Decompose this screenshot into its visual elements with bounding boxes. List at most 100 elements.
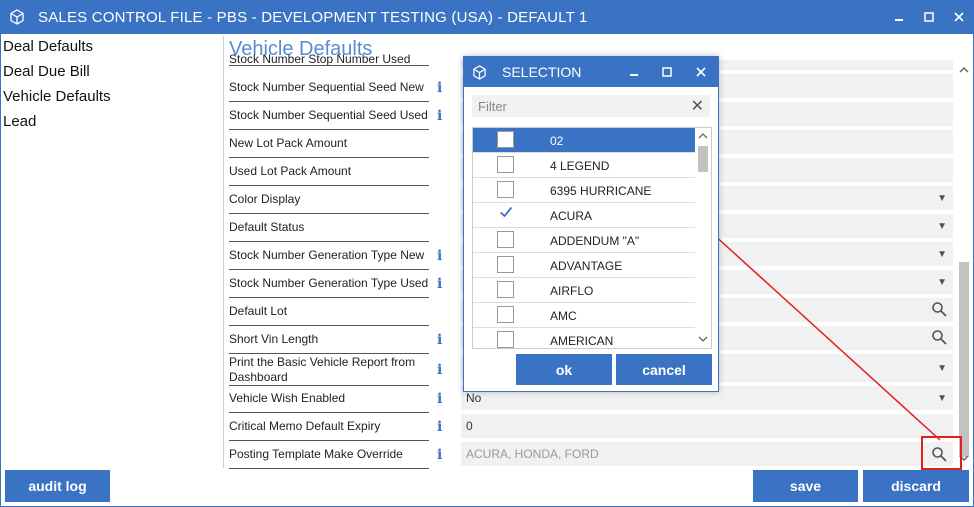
row-label: Stock Number Stop Number Used bbox=[229, 50, 429, 66]
chevron-down-icon[interactable]: ▼ bbox=[937, 193, 947, 204]
clear-filter-icon[interactable]: ✕ bbox=[691, 96, 704, 116]
row-label: Vehicle Wish Enabled bbox=[229, 391, 429, 413]
list-item[interactable]: AMERICAN bbox=[473, 328, 695, 348]
selection-dialog: SELECTION Filter ✕ 02 4 LEGEND 6395 HURR… bbox=[463, 56, 719, 392]
checkbox[interactable] bbox=[497, 156, 514, 173]
nav-item-lead[interactable]: Lead bbox=[3, 111, 223, 136]
checkbox[interactable] bbox=[497, 306, 514, 323]
row-label: Used Lot Pack Amount bbox=[229, 164, 429, 186]
checkbox[interactable] bbox=[497, 281, 514, 298]
maximize-icon[interactable] bbox=[914, 0, 944, 34]
chevron-down-icon[interactable]: ▼ bbox=[937, 221, 947, 232]
info-icon[interactable]: i bbox=[437, 391, 442, 407]
list-item[interactable]: ADVANTAGE bbox=[473, 253, 695, 278]
ok-button[interactable]: ok bbox=[516, 354, 612, 385]
checkbox[interactable] bbox=[497, 331, 514, 348]
list-item-label: AIRFLO bbox=[550, 284, 594, 298]
list-item-label: AMERICAN bbox=[550, 334, 614, 348]
nav-divider bbox=[223, 36, 224, 468]
close-icon[interactable] bbox=[944, 0, 974, 34]
list-item[interactable]: AMC bbox=[473, 303, 695, 328]
info-icon[interactable]: i bbox=[437, 419, 442, 435]
nav-item-vehicle-defaults[interactable]: Vehicle Defaults bbox=[3, 86, 223, 111]
maximize-icon[interactable] bbox=[652, 57, 682, 87]
search-icon[interactable] bbox=[931, 329, 947, 350]
list-item[interactable]: AIRFLO bbox=[473, 278, 695, 303]
cube-icon bbox=[464, 64, 494, 80]
close-icon[interactable] bbox=[686, 57, 716, 87]
dialog-title: SELECTION bbox=[502, 64, 582, 80]
checkbox[interactable] bbox=[497, 131, 514, 148]
scroll-down-icon[interactable] bbox=[958, 452, 970, 464]
nav-item-deal-due-bill[interactable]: Deal Due Bill bbox=[3, 61, 223, 86]
list-item-label: 4 LEGEND bbox=[550, 159, 610, 173]
row-label: Stock Number Generation Type New bbox=[229, 248, 429, 270]
make-override-field[interactable]: ACURA, HONDA, FORD bbox=[461, 442, 953, 466]
nav-item-deal-defaults[interactable]: Deal Defaults bbox=[3, 36, 223, 61]
list-item[interactable]: ACURA bbox=[473, 203, 695, 228]
window-title: SALES CONTROL FILE - PBS - DEVELOPMENT T… bbox=[38, 8, 588, 26]
row-label: Short Vin Length bbox=[229, 332, 429, 354]
list-item-label: ACURA bbox=[550, 209, 593, 223]
scroll-up-icon[interactable] bbox=[958, 64, 970, 76]
row-label: Color Display bbox=[229, 192, 429, 214]
minimize-icon[interactable] bbox=[884, 0, 914, 34]
row-label: Stock Number Sequential Seed New bbox=[229, 80, 429, 102]
checkmark-icon bbox=[499, 205, 513, 222]
row-label: New Lot Pack Amount bbox=[229, 136, 429, 158]
row-value: ACURA, HONDA, FORD bbox=[466, 447, 599, 461]
list-item[interactable]: 02 bbox=[473, 128, 695, 153]
memo-expiry-field[interactable]: 0 bbox=[461, 414, 953, 438]
minimize-icon[interactable] bbox=[619, 57, 649, 87]
list-item-label: ADDENDUM "A" bbox=[550, 234, 640, 248]
list-scrollbar[interactable] bbox=[695, 128, 711, 348]
checkbox[interactable] bbox=[497, 231, 514, 248]
row-label: Default Lot bbox=[229, 304, 429, 326]
left-nav: Deal Defaults Deal Due Bill Vehicle Defa… bbox=[3, 36, 223, 136]
window-titlebar: SALES CONTROL FILE - PBS - DEVELOPMENT T… bbox=[0, 0, 974, 34]
cancel-button[interactable]: cancel bbox=[616, 354, 712, 385]
scroll-down-icon[interactable] bbox=[695, 334, 711, 344]
row-label: Critical Memo Default Expiry bbox=[229, 419, 429, 441]
audit-log-button[interactable]: audit log bbox=[5, 470, 110, 502]
row-label: Print the Basic Vehicle Report from Dash… bbox=[229, 355, 429, 386]
list-item-label: 02 bbox=[550, 134, 564, 148]
scroll-up-icon[interactable] bbox=[695, 131, 711, 141]
dialog-titlebar: SELECTION bbox=[464, 57, 718, 87]
chevron-down-icon[interactable]: ▼ bbox=[937, 277, 947, 288]
chevron-down-icon[interactable]: ▼ bbox=[937, 249, 947, 260]
search-icon[interactable] bbox=[931, 301, 947, 322]
filter-input[interactable]: Filter ✕ bbox=[472, 95, 710, 117]
info-icon[interactable]: i bbox=[437, 108, 442, 124]
chevron-down-icon[interactable]: ▼ bbox=[937, 363, 947, 374]
search-icon[interactable] bbox=[931, 446, 947, 467]
list-item[interactable]: 4 LEGEND bbox=[473, 153, 695, 178]
list-item-label: 6395 HURRICANE bbox=[550, 184, 652, 198]
row-label: Default Status bbox=[229, 220, 429, 242]
row-value: No bbox=[466, 391, 482, 405]
info-icon[interactable]: i bbox=[437, 362, 442, 378]
cube-icon bbox=[0, 0, 34, 34]
row-label: Stock Number Generation Type Used bbox=[229, 276, 429, 298]
selection-list: 02 4 LEGEND 6395 HURRICANE ACURA ADDENDU… bbox=[472, 127, 712, 349]
checkbox[interactable] bbox=[497, 181, 514, 198]
list-item[interactable]: 6395 HURRICANE bbox=[473, 178, 695, 203]
list-item[interactable]: ADDENDUM "A" bbox=[473, 228, 695, 253]
form-scrollbar[interactable] bbox=[958, 62, 970, 464]
info-icon[interactable]: i bbox=[437, 447, 442, 463]
list-item-label: AMC bbox=[550, 309, 577, 323]
chevron-down-icon[interactable]: ▼ bbox=[937, 393, 947, 404]
info-icon[interactable]: i bbox=[437, 80, 442, 96]
info-icon[interactable]: i bbox=[437, 248, 442, 264]
row-label: Stock Number Sequential Seed Used bbox=[229, 108, 429, 130]
row-label: Posting Template Make Override bbox=[229, 447, 429, 469]
info-icon[interactable]: i bbox=[437, 276, 442, 292]
info-icon[interactable]: i bbox=[437, 332, 442, 348]
checkbox[interactable] bbox=[497, 256, 514, 273]
scrollbar-thumb[interactable] bbox=[698, 146, 708, 172]
discard-button[interactable]: discard bbox=[863, 470, 969, 502]
scrollbar-thumb[interactable] bbox=[959, 262, 969, 457]
list-item-label: ADVANTAGE bbox=[550, 259, 623, 273]
save-button[interactable]: save bbox=[753, 470, 858, 502]
filter-placeholder: Filter bbox=[478, 98, 507, 114]
